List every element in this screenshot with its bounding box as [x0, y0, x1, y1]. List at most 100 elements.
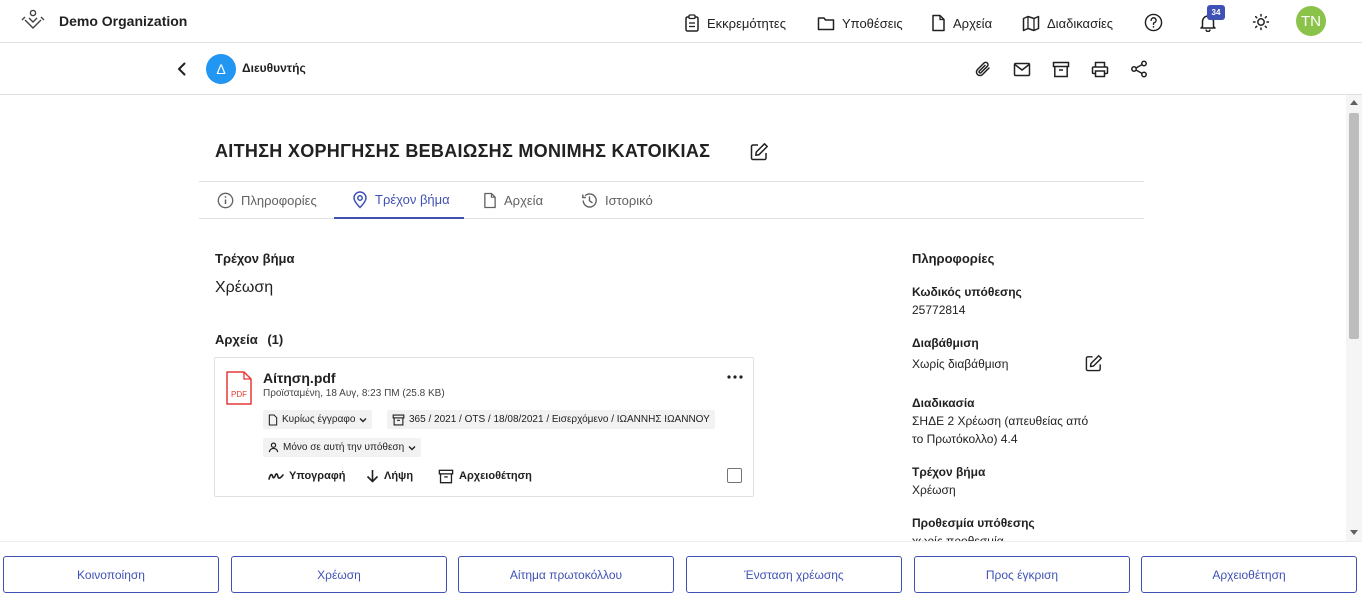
organization-name[interactable]: Demo Organization: [59, 13, 187, 29]
content-scrollbar[interactable]: [1346, 95, 1362, 541]
file-icon: [484, 192, 496, 209]
file-select-checkbox[interactable]: [727, 468, 742, 483]
assignment-objection-button[interactable]: Ένσταση χρέωσης: [686, 556, 902, 593]
chevron-down-icon: [408, 445, 416, 450]
archive-file-label: Αρχειοθέτηση: [459, 470, 532, 482]
tab-history[interactable]: Ιστορικό: [581, 182, 671, 219]
email-button[interactable]: [1011, 58, 1033, 80]
info-panel-heading: Πληροφορίες: [912, 251, 995, 266]
back-button[interactable]: [172, 59, 192, 79]
signature-icon: [268, 472, 284, 480]
chevron-down-icon: [359, 417, 367, 422]
sign-file-label: Υπογραφή: [289, 470, 346, 482]
current-step-heading: Τρέχον βήμα: [215, 251, 295, 266]
edit-icon: [1085, 354, 1103, 372]
files-heading-label: Αρχεία: [215, 332, 258, 347]
notify-button[interactable]: Κοινοποίηση: [3, 556, 219, 593]
protocol-request-button[interactable]: Αίτημα πρωτοκόλλου: [458, 556, 674, 593]
file-meta: Προϊσταμένη, 18 Αυγ, 8:23 ΠΜ (25.8 KB): [263, 388, 445, 399]
archive-case-button[interactable]: [1050, 58, 1072, 80]
assign-button[interactable]: Χρέωση: [231, 556, 447, 593]
nav-cases-label: Υποθέσεις: [842, 15, 903, 31]
tab-information-label: Πληροφορίες: [241, 193, 317, 208]
file-more-options-button[interactable]: [725, 370, 745, 384]
tab-files[interactable]: Αρχεία: [483, 182, 563, 219]
organization-logo-icon[interactable]: [20, 7, 46, 33]
history-icon: [582, 193, 597, 208]
clipboard-icon: [685, 14, 699, 32]
bottom-action-bar: Κοινοποίηση Χρέωση Αίτημα πρωτοκόλλου Έν…: [0, 541, 1362, 600]
attachment-icon: [975, 61, 990, 77]
location-pin-icon: [353, 190, 367, 209]
document-type-select[interactable]: Κυρίως έγγραφο: [263, 410, 373, 429]
scroll-thumb[interactable]: [1349, 113, 1359, 339]
attach-button[interactable]: [972, 58, 994, 80]
tab-current-step[interactable]: Τρέχον βήμα: [334, 182, 464, 219]
file-icon: [268, 413, 278, 426]
case-code-value: 25772814: [912, 303, 966, 317]
case-tabs: Πληροφορίες Τρέχον βήμα Αρχεία Ιστορικό: [199, 181, 1144, 219]
sun-icon: [1252, 13, 1270, 31]
tab-history-label: Ιστορικό: [605, 193, 653, 208]
current-step-value: Χρέωση: [215, 279, 274, 296]
file-scope-select[interactable]: Μόνο σε αυτή την υπόθεση: [263, 438, 422, 457]
protocol-info-chip: 365 / 2021 / OTS / 18/08/2021 / Εισερχόμ…: [387, 410, 715, 429]
notification-count-badge: 34: [1207, 5, 1225, 20]
file-icon: [932, 14, 945, 32]
tab-information[interactable]: Πληροφορίες: [217, 182, 341, 219]
info-icon: [217, 192, 234, 209]
step-value: Χρέωση: [912, 483, 956, 497]
share-icon: [1131, 60, 1147, 78]
procedure-value-line1: ΣΗΔΕ 2 Χρέωση (απευθείας από: [912, 414, 1089, 428]
file-scope-value: Μόνο σε αυτή την υπόθεση: [283, 442, 405, 453]
step-label: Τρέχον βήμα: [912, 465, 986, 479]
protocol-info-value: 365 / 2021 / OTS / 18/08/2021 / Εισερχόμ…: [409, 414, 710, 425]
pdf-file-icon[interactable]: PDF: [225, 371, 253, 405]
document-type-value: Κυρίως έγγραφο: [282, 414, 356, 425]
procedure-value-line2: το Πρωτόκολλο) 4.4: [912, 432, 1018, 446]
archive-icon: [438, 469, 454, 483]
print-button[interactable]: [1089, 58, 1111, 80]
files-count: (1): [267, 332, 284, 347]
tab-current-step-label: Τρέχον βήμα: [375, 192, 450, 207]
tab-files-label: Αρχεία: [504, 193, 544, 208]
classification-value: Χωρίς διαβάθμιση: [912, 357, 1009, 371]
case-detail-content: ΑΙΤΗΣΗ ΧΟΡΗΓΗΣΗΣ ΒΕΒΑΙΩΣΗΣ ΜΟΝΙΜΗΣ ΚΑΤΟΙ…: [0, 95, 1346, 541]
scroll-down-arrow-icon[interactable]: [1350, 530, 1358, 535]
nav-procedures[interactable]: Διαδικασίες: [1022, 13, 1113, 33]
deadline-label: Προθεσμία υπόθεσης: [912, 516, 1035, 530]
sign-file-button[interactable]: Υπογραφή: [268, 468, 345, 484]
nav-cases[interactable]: Υποθέσεις: [817, 13, 903, 33]
map-icon: [1022, 15, 1040, 31]
role-avatar: Δ: [206, 54, 236, 84]
files-heading: Αρχεία (1): [215, 332, 283, 347]
file-name[interactable]: Αίτηση.pdf: [263, 370, 336, 386]
user-avatar[interactable]: TN: [1296, 6, 1326, 36]
archive-file-button[interactable]: Αρχειοθέτηση: [438, 468, 532, 484]
edit-title-button[interactable]: [748, 140, 770, 162]
archive-icon: [1052, 61, 1070, 77]
top-navigation-bar: Demo Organization Εκκρεμότητες Υποθέσεις…: [0, 0, 1362, 43]
edit-icon: [750, 142, 768, 160]
case-toolbar: Δ Διευθυντής: [0, 43, 1362, 95]
procedure-label: Διαδικασία: [912, 396, 975, 410]
nav-pending-tasks[interactable]: Εκκρεμότητες: [684, 13, 786, 33]
scroll-up-arrow-icon[interactable]: [1350, 100, 1358, 105]
more-horizontal-icon: [727, 375, 743, 379]
edit-classification-button[interactable]: [1084, 353, 1104, 373]
send-for-approval-button[interactable]: Προς έγκριση: [914, 556, 1130, 593]
file-card: PDF Αίτηση.pdf Προϊσταμένη, 18 Αυγ, 8:23…: [214, 357, 754, 497]
help-icon: [1144, 13, 1162, 31]
nav-files[interactable]: Αρχεία: [931, 13, 992, 33]
deadline-value: χωρίς προθεσμία: [912, 534, 1004, 541]
nav-procedures-label: Διαδικασίες: [1047, 15, 1114, 31]
print-icon: [1091, 61, 1109, 77]
download-file-button[interactable]: Λήψη: [366, 468, 413, 484]
person-icon: [268, 442, 279, 453]
archive-action-button[interactable]: Αρχειοθέτηση: [1141, 556, 1357, 593]
role-name: Διευθυντής: [242, 61, 306, 75]
theme-toggle-button[interactable]: [1250, 11, 1272, 33]
share-button[interactable]: [1128, 58, 1150, 80]
nav-pending-tasks-label: Εκκρεμότητες: [707, 15, 786, 31]
help-button[interactable]: [1142, 11, 1164, 33]
